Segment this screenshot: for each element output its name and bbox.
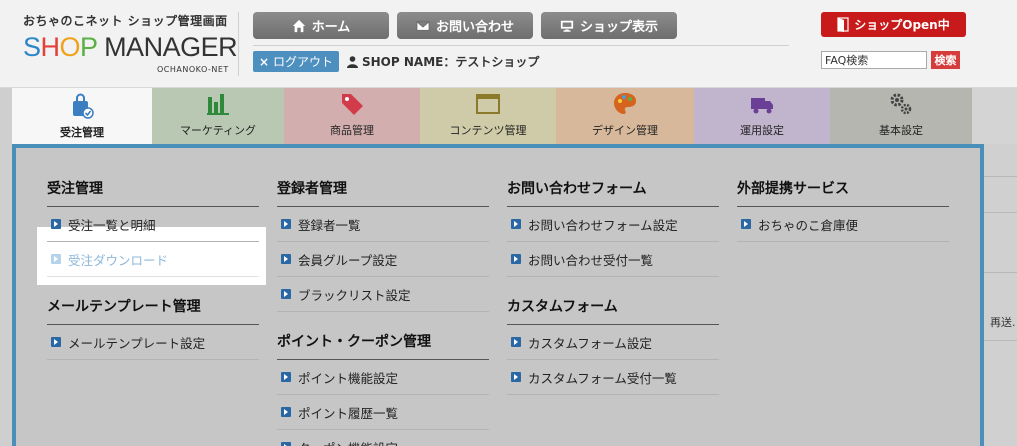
tab-basic-settings[interactable]: 基本設定 xyxy=(830,88,972,144)
bar-chart-icon xyxy=(207,94,229,115)
menu-heading-registrant-management: 登録者管理 xyxy=(277,178,489,207)
tab-operation-settings[interactable]: 運用設定 xyxy=(694,88,830,144)
menu-item-custom-form-inbox[interactable]: カスタムフォーム受付一覧 xyxy=(507,360,719,395)
menu-item-coupon-settings[interactable]: クーポン機能設定 xyxy=(277,430,489,446)
arrow-right-icon xyxy=(51,254,61,264)
menu-item-mail-template-settings[interactable]: メールテンプレート設定 xyxy=(47,325,259,360)
arrow-right-icon xyxy=(511,372,521,382)
arrow-right-icon xyxy=(741,219,751,229)
door-icon xyxy=(837,17,849,32)
tab-marketing[interactable]: マーケティング xyxy=(152,88,284,144)
shop-manager-logo[interactable]: SHOP MANAGER xyxy=(23,32,238,62)
arrow-right-icon xyxy=(281,254,291,264)
arrow-right-icon xyxy=(51,219,61,229)
logout-button[interactable]: × ログアウト xyxy=(253,51,339,72)
menu-heading-contact-form: お問い合わせフォーム xyxy=(507,178,719,207)
tab-product-management[interactable]: 商品管理 xyxy=(284,88,420,144)
menu-column-points-coupons: ポイント・クーポン管理 ポイント機能設定 ポイント履歴一覧 クーポン機能設定 xyxy=(277,331,489,446)
arrow-right-icon xyxy=(281,219,291,229)
shop-open-button[interactable]: ショップOpen中 xyxy=(821,12,966,37)
arrow-right-icon xyxy=(281,442,291,446)
window-icon xyxy=(476,94,500,114)
menu-column-mail-templates: メールテンプレート管理 メールテンプレート設定 xyxy=(47,296,259,360)
brand-subtitle: おちゃのこネット ショップ管理画面 xyxy=(23,14,228,28)
header-separator xyxy=(253,45,789,46)
tab-order-management[interactable]: 受注管理 xyxy=(12,88,152,152)
background-resend-text: 再送. xyxy=(990,316,1016,329)
menu-item-custom-form-settings[interactable]: カスタムフォーム設定 xyxy=(507,325,719,360)
shopping-bag-check-icon xyxy=(73,93,94,119)
tab-design-management[interactable]: デザイン管理 xyxy=(556,88,694,144)
menu-item-registrant-list[interactable]: 登録者一覧 xyxy=(277,207,489,242)
menu-item-ochanoko-warehouse[interactable]: おちゃのこ倉庫便 xyxy=(737,207,949,242)
gears-icon xyxy=(890,93,912,115)
menu-column-registrants: 登録者管理 登録者一覧 会員グループ設定 ブラックリスト設定 xyxy=(277,178,489,312)
palette-icon xyxy=(614,93,636,114)
close-icon: × xyxy=(258,54,270,69)
faq-search-button[interactable]: 検索 xyxy=(931,51,960,69)
faq-search-input[interactable] xyxy=(821,51,927,69)
brand-net-label: OCHANOKO-NET xyxy=(157,65,229,74)
envelope-icon xyxy=(416,20,430,31)
menu-item-order-download[interactable]: 受注ダウンロード xyxy=(47,242,259,277)
arrow-right-icon xyxy=(51,337,61,347)
truck-icon xyxy=(751,98,773,114)
menu-heading-mail-template: メールテンプレート管理 xyxy=(47,296,259,325)
shop-view-button[interactable]: ショップ表示 xyxy=(541,12,677,39)
user-icon xyxy=(347,55,358,68)
tab-content-management[interactable]: コンテンツ管理 xyxy=(420,88,556,144)
menu-heading-custom-form: カスタムフォーム xyxy=(507,296,719,325)
arrow-right-icon xyxy=(511,219,521,229)
menu-heading-external-services: 外部提携サービス xyxy=(737,178,949,207)
menu-heading-order-management: 受注管理 xyxy=(47,178,259,207)
menu-heading-point-coupon: ポイント・クーポン管理 xyxy=(277,331,489,360)
menu-item-point-settings[interactable]: ポイント機能設定 xyxy=(277,360,489,395)
home-button[interactable]: ホーム xyxy=(253,12,389,39)
menu-item-order-list[interactable]: 受注一覧と明細 xyxy=(47,207,259,242)
arrow-right-icon xyxy=(511,254,521,264)
arrow-right-icon xyxy=(281,372,291,382)
monitor-icon xyxy=(560,20,574,32)
menu-item-point-history[interactable]: ポイント履歴一覧 xyxy=(277,395,489,430)
header-divider xyxy=(238,12,239,76)
menu-column-orders: 受注管理 受注一覧と明細 受注ダウンロード xyxy=(47,178,259,277)
home-icon xyxy=(292,19,305,32)
header: おちゃのこネット ショップ管理画面 SHOP MANAGER OCHANOKO-… xyxy=(0,0,1017,88)
menu-item-member-group-settings[interactable]: 会員グループ設定 xyxy=(277,242,489,277)
menu-column-contact-forms: お問い合わせフォーム お問い合わせフォーム設定 お問い合わせ受付一覧 xyxy=(507,178,719,277)
arrow-right-icon xyxy=(281,407,291,417)
menu-column-custom-forms: カスタムフォーム カスタムフォーム設定 カスタムフォーム受付一覧 xyxy=(507,296,719,395)
menu-item-contact-inbox[interactable]: お問い合わせ受付一覧 xyxy=(507,242,719,277)
background-table-edge xyxy=(984,144,1017,446)
contact-button[interactable]: お問い合わせ xyxy=(397,12,533,39)
price-tag-icon xyxy=(342,94,363,115)
menu-column-external-services: 外部提携サービス おちゃのこ倉庫便 xyxy=(737,178,949,242)
menu-item-blacklist-settings[interactable]: ブラックリスト設定 xyxy=(277,277,489,312)
menu-item-contact-form-settings[interactable]: お問い合わせフォーム設定 xyxy=(507,207,719,242)
tab-bar-filler xyxy=(972,88,1017,144)
arrow-right-icon xyxy=(281,289,291,299)
arrow-right-icon xyxy=(511,337,521,347)
shop-name: SHOP NAME：テストショップ xyxy=(347,53,539,70)
